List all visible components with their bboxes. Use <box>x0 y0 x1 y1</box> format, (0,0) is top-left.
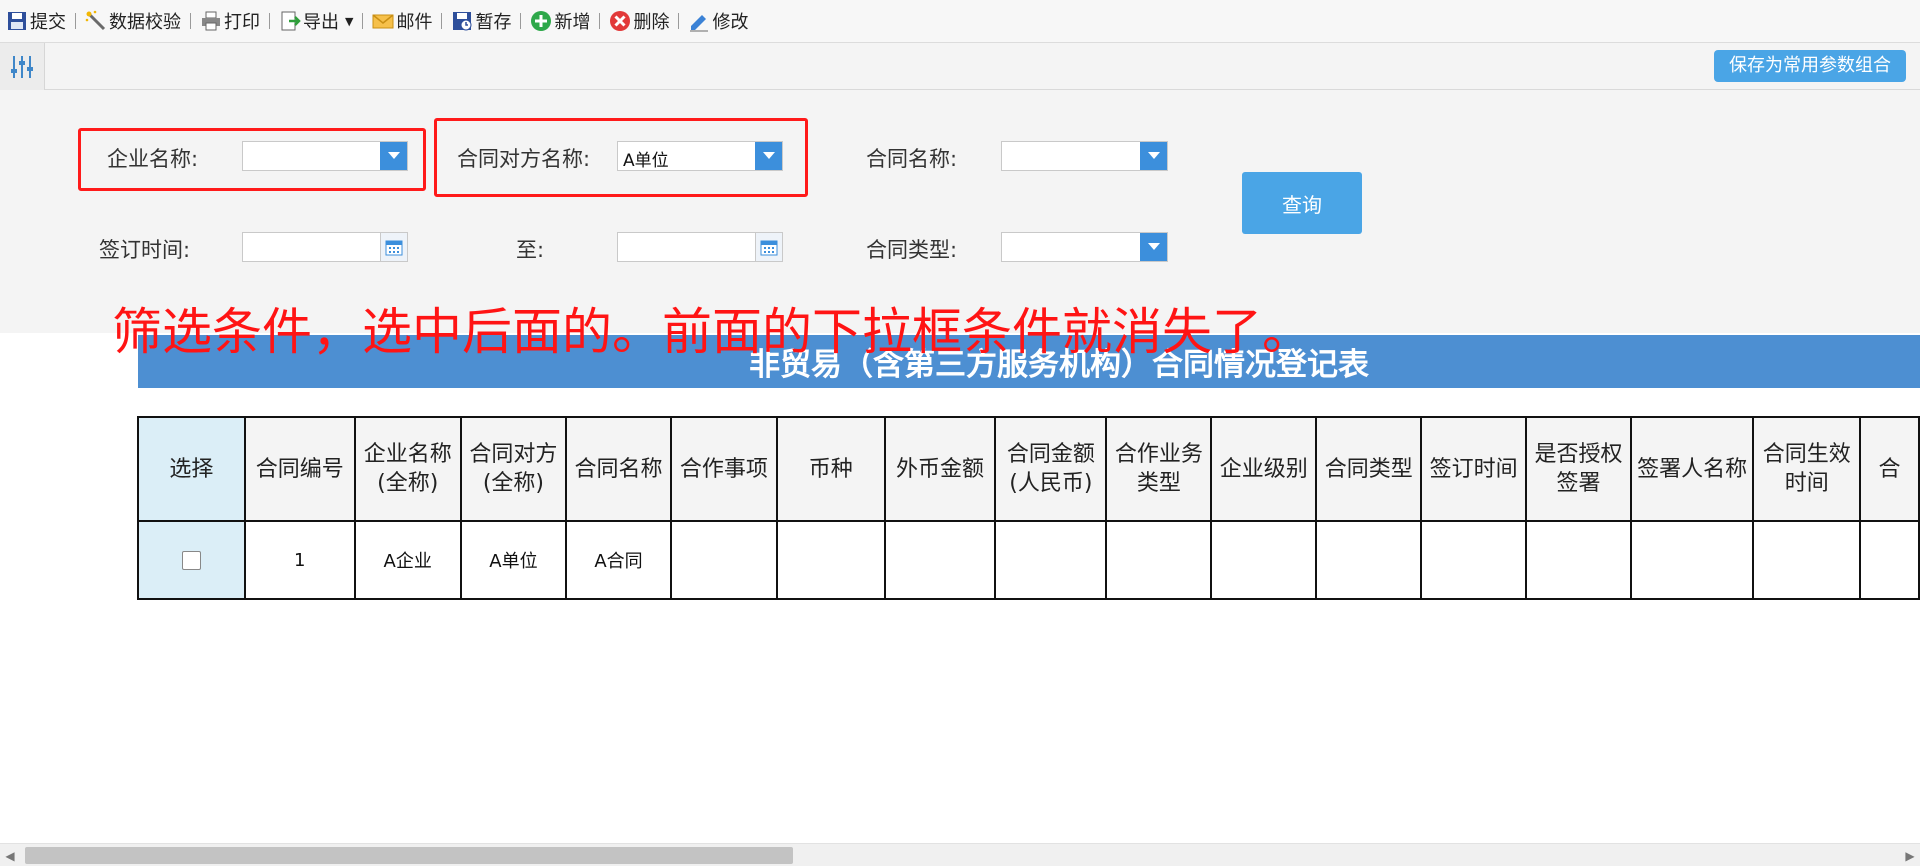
toolbar: 提交 数据校验 打印 导出 ▼ 邮件 暂存 新增 删除 修改 <box>0 0 1920 43</box>
contract-name-dropdown[interactable] <box>1001 141 1168 171</box>
table-cell <box>994 520 1108 600</box>
table-cell: A合同 <box>565 520 672 600</box>
highlight-box-counterparty <box>434 118 808 197</box>
column-header: 合同编号 <box>243 416 356 522</box>
column-header: 合作业务 类型 <box>1105 416 1213 522</box>
printer-icon <box>202 11 220 31</box>
row-select-cell[interactable] <box>137 520 246 600</box>
table-cell: A单位 <box>459 520 568 600</box>
column-header: 是否授权 签署 <box>1525 416 1632 522</box>
table-cell <box>883 520 997 600</box>
to-label: 至: <box>516 238 545 262</box>
row-checkbox[interactable] <box>181 551 201 570</box>
table-cell <box>1210 520 1318 600</box>
contract-type-dropdown[interactable] <box>1001 232 1168 262</box>
save-param-combo-button[interactable]: 保存为常用参数组合 <box>1714 50 1906 82</box>
export-icon <box>281 11 301 31</box>
chevron-down-icon: ▼ <box>345 14 354 28</box>
temp-save-icon <box>453 12 472 31</box>
delete-icon <box>610 11 631 31</box>
table-cell <box>669 520 778 600</box>
toolbar-separator <box>269 13 270 29</box>
table-cell <box>775 520 886 600</box>
column-header: 签署人名称 <box>1629 416 1755 522</box>
column-header: 合作事项 <box>669 416 778 522</box>
column-header: 合同名称 <box>565 416 672 522</box>
filter-settings-toggle[interactable] <box>0 43 45 90</box>
scroll-right-icon[interactable]: ▶ <box>1900 844 1920 867</box>
contract-table: 选择 合同编号 企业名称 (全称) 合同对方 (全称) 合同名称 合作事项 币种 外币金额 合同金额… <box>137 416 1920 600</box>
magic-wand-icon <box>85 10 106 31</box>
contract-type-label: 合同类型: <box>866 238 958 262</box>
highlight-box-company <box>78 128 426 191</box>
scrollbar-thumb[interactable] <box>25 847 793 864</box>
edit-button[interactable]: 修改 <box>684 6 752 36</box>
column-header: 合同类型 <box>1315 416 1423 522</box>
chevron-down-icon[interactable] <box>1140 233 1167 261</box>
table-row: 1 A企业 A单位 A合同 <box>137 520 1920 600</box>
table-cell <box>1105 520 1213 600</box>
column-header-select: 选择 <box>137 416 246 522</box>
search-button[interactable]: 查询 <box>1242 172 1362 234</box>
column-header: 币种 <box>775 416 886 522</box>
column-header: 企业级别 <box>1210 416 1318 522</box>
column-header: 合同金额 (人民币) <box>994 416 1108 522</box>
save-icon <box>8 12 26 30</box>
toolbar-separator <box>75 13 76 29</box>
settings-bar: 保存为常用参数组合 <box>0 43 1920 90</box>
column-header: 合同生效 时间 <box>1752 416 1862 522</box>
table-cell <box>1315 520 1423 600</box>
sign-time-to-input[interactable] <box>617 232 783 262</box>
sliders-icon <box>11 55 33 78</box>
table-cell <box>1420 520 1528 600</box>
mail-icon <box>372 14 394 29</box>
table-cell: 1 <box>243 520 356 600</box>
delete-button[interactable]: 删除 <box>605 6 673 36</box>
add-icon <box>531 11 552 31</box>
table-cell <box>1525 520 1632 600</box>
toolbar-separator <box>678 13 680 29</box>
toolbar-separator <box>520 13 522 29</box>
toolbar-separator <box>362 13 364 29</box>
data-validate-button[interactable]: 数据校验 <box>81 6 185 36</box>
contract-name-label: 合同名称: <box>866 147 958 171</box>
add-button[interactable]: 新增 <box>526 6 594 36</box>
submit-button[interactable]: 提交 <box>2 6 70 36</box>
toolbar-separator <box>190 13 191 29</box>
horizontal-scrollbar[interactable]: ◀ ▶ <box>0 843 1920 866</box>
table-cell <box>1629 520 1755 600</box>
column-header: 签订时间 <box>1420 416 1528 522</box>
column-header: 合同对方 (全称) <box>459 416 568 522</box>
toolbar-separator <box>599 13 601 29</box>
table-cell: A企业 <box>353 520 462 600</box>
export-button[interactable]: 导出 ▼ <box>275 6 357 36</box>
table-header-row: 选择 合同编号 企业名称 (全称) 合同对方 (全称) 合同名称 合作事项 币种 外币金额 合同金额… <box>137 416 1920 522</box>
annotation-text: 筛选条件，选中后面的。前面的下拉框条件就消失了。 <box>112 303 1312 361</box>
column-header: 合 <box>1859 416 1920 522</box>
table-cell <box>1859 520 1920 600</box>
sign-time-from-input[interactable] <box>242 232 408 262</box>
chevron-down-icon[interactable] <box>1140 142 1167 170</box>
calendar-icon[interactable] <box>755 233 782 261</box>
toolbar-separator <box>441 13 443 29</box>
table-cell <box>1752 520 1862 600</box>
calendar-icon[interactable] <box>380 233 407 261</box>
scroll-left-icon[interactable]: ◀ <box>0 844 20 867</box>
sign-time-label: 签订时间: <box>99 238 191 262</box>
temp-save-button[interactable]: 暂存 <box>447 6 515 36</box>
print-button[interactable]: 打印 <box>196 6 264 36</box>
column-header: 外币金额 <box>883 416 997 522</box>
column-header: 企业名称 (全称) <box>353 416 462 522</box>
mail-button[interactable]: 邮件 <box>368 6 436 36</box>
edit-icon <box>690 15 709 32</box>
